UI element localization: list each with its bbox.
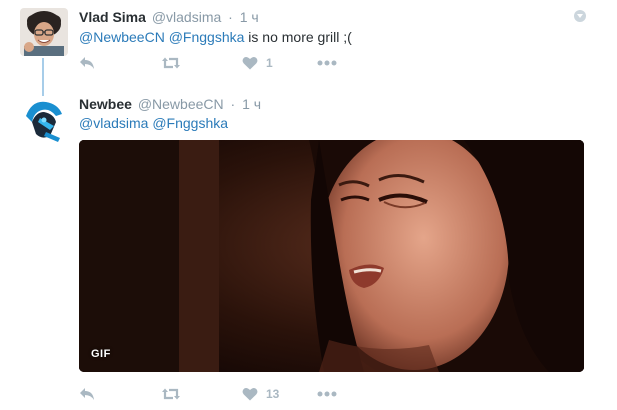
mention-link[interactable]: @vladsima bbox=[79, 115, 148, 131]
like-button[interactable]: 13 bbox=[242, 384, 279, 404]
more-icon bbox=[317, 60, 337, 66]
chevron-down-icon[interactable] bbox=[574, 10, 586, 22]
retweet-icon bbox=[162, 57, 180, 69]
like-button[interactable]: 1 bbox=[242, 53, 273, 73]
tweet-header: Newbee @NewbeeCN · 1 ч bbox=[79, 96, 261, 112]
more-button[interactable] bbox=[317, 384, 337, 404]
retweet-icon bbox=[162, 388, 180, 400]
separator: · bbox=[230, 96, 236, 112]
like-count: 1 bbox=[266, 56, 273, 70]
heart-icon bbox=[242, 57, 258, 70]
mention-link[interactable]: @NewbeeCN bbox=[79, 29, 165, 45]
handle[interactable]: @NewbeeCN bbox=[138, 96, 224, 112]
tweet-actions: 1 bbox=[79, 53, 369, 73]
fullname[interactable]: Vlad Sima bbox=[79, 9, 146, 25]
tweet-vlad-sima[interactable]: Vlad Sima @vladsima · 1 ч @NewbeeCN @Fng… bbox=[0, 0, 617, 96]
reply-button[interactable] bbox=[79, 53, 95, 73]
retweet-button[interactable] bbox=[161, 53, 181, 73]
retweet-button[interactable] bbox=[161, 384, 181, 404]
avatar[interactable] bbox=[20, 8, 68, 56]
gif-media[interactable]: GIF bbox=[79, 140, 584, 372]
more-icon bbox=[317, 391, 337, 397]
gif-frame-image bbox=[79, 140, 584, 372]
avatar[interactable] bbox=[20, 96, 68, 144]
mention-link[interactable]: @Fnggshka bbox=[169, 29, 245, 45]
reply-icon bbox=[80, 57, 94, 69]
tweet-text-body: is no more grill ;( bbox=[244, 29, 352, 45]
tweet-header: Vlad Sima @vladsima · 1 ч bbox=[79, 9, 259, 25]
separator: · bbox=[228, 9, 233, 25]
tweet-actions: 13 bbox=[79, 384, 369, 404]
more-button[interactable] bbox=[317, 53, 337, 73]
tweet-newbee[interactable]: Newbee @NewbeeCN · 1 ч @vladsima @Fnggsh… bbox=[0, 88, 617, 410]
fullname[interactable]: Newbee bbox=[79, 96, 132, 112]
timestamp[interactable]: 1 ч bbox=[240, 9, 259, 25]
reply-button[interactable] bbox=[79, 384, 95, 404]
mention-link[interactable]: @Fnggshka bbox=[152, 115, 228, 131]
reply-icon bbox=[80, 388, 94, 400]
like-count: 13 bbox=[266, 387, 280, 401]
heart-icon bbox=[242, 388, 258, 401]
tweet-text: @NewbeeCN @Fnggshka is no more grill ;( bbox=[79, 28, 352, 46]
gif-badge: GIF bbox=[91, 348, 111, 360]
tweet-text: @vladsima @Fnggshka bbox=[79, 114, 228, 132]
handle[interactable]: @vladsima bbox=[152, 9, 221, 25]
timestamp[interactable]: 1 ч bbox=[242, 96, 261, 112]
